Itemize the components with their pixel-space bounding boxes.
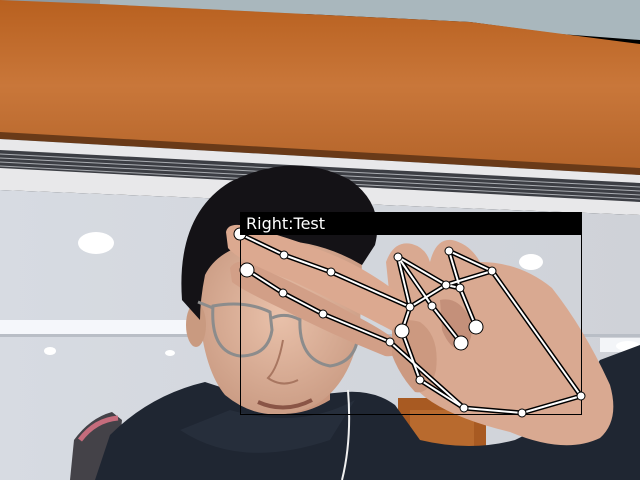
keypoint <box>326 267 336 277</box>
keypoint <box>427 301 437 311</box>
keypoint <box>278 288 288 298</box>
keypoint <box>455 283 465 293</box>
keypoint <box>279 250 289 260</box>
keypoint <box>318 309 328 319</box>
keypoint <box>394 323 410 339</box>
keypoint <box>576 391 586 401</box>
keypoint <box>487 266 497 276</box>
hand-skeleton-inner <box>239 233 582 414</box>
hand-keypoints <box>233 227 586 418</box>
keypoint <box>393 252 403 262</box>
keypoint <box>239 262 255 278</box>
keypoint <box>441 280 451 290</box>
keypoint <box>385 337 395 347</box>
detection-label: Right:Test <box>240 212 581 235</box>
keypoint <box>415 375 425 385</box>
keypoint <box>405 302 415 312</box>
keypoint <box>459 403 469 413</box>
keypoint <box>453 335 469 351</box>
camera-frame: Right:Test <box>0 0 640 480</box>
keypoint <box>517 408 527 418</box>
detection-box <box>240 212 582 415</box>
keypoint <box>444 246 454 256</box>
hand-tracking-overlay <box>233 212 586 418</box>
keypoint <box>468 319 484 335</box>
